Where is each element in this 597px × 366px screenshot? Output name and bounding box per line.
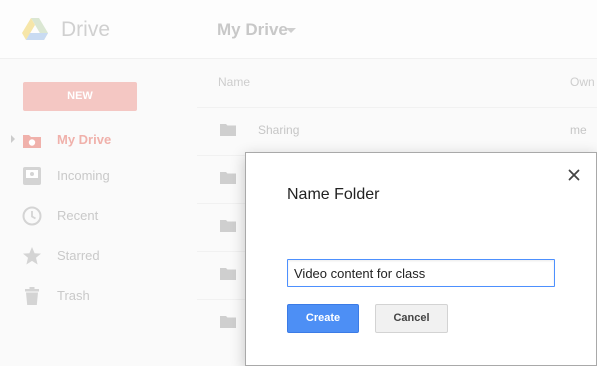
folder-icon — [220, 124, 236, 136]
column-header-name[interactable]: Name — [218, 75, 250, 89]
clock-icon — [22, 206, 42, 226]
file-owner: me — [570, 123, 587, 137]
trash-icon — [25, 287, 39, 305]
my-drive-icon — [23, 135, 41, 148]
folder-name-input[interactable] — [287, 259, 555, 287]
folder-icon — [220, 268, 236, 280]
sidebar-item-starred[interactable]: Starred — [0, 242, 196, 270]
sidebar-item-label: Trash — [57, 288, 90, 303]
sidebar-item-trash[interactable]: Trash — [0, 282, 196, 310]
brand-name: Drive — [61, 18, 111, 41]
sidebar-item-label: Starred — [57, 248, 100, 263]
column-header-owner[interactable]: Own — [570, 75, 595, 89]
file-name: Sharing — [258, 123, 300, 137]
star-icon — [23, 247, 41, 265]
folder-icon — [220, 316, 236, 328]
name-folder-dialog: Name Folder Create Cancel — [245, 152, 597, 366]
chevron-down-icon[interactable] — [286, 28, 296, 33]
sidebar-item-label: Recent — [57, 208, 99, 223]
folder-icon — [220, 220, 236, 232]
dialog-title: Name Folder — [287, 186, 380, 203]
close-icon[interactable] — [566, 167, 582, 183]
breadcrumb-my-drive[interactable]: My Drive — [217, 20, 288, 40]
sidebar-item-label: Incoming — [57, 168, 110, 183]
sidebar-item-my-drive[interactable]: My Drive — [0, 126, 196, 154]
create-button[interactable]: Create — [287, 304, 359, 333]
incoming-icon — [23, 167, 41, 185]
table-row[interactable]: Sharing me — [197, 107, 597, 154]
sidebar-item-label: My Drive — [57, 132, 112, 147]
drive-logo-icon — [22, 18, 48, 40]
expand-arrow-icon[interactable] — [11, 135, 15, 143]
sidebar-item-incoming[interactable]: Incoming — [0, 162, 196, 190]
new-button[interactable]: NEW — [23, 82, 137, 111]
sidebar: NEW My Drive Incoming Recent Starred Tra… — [0, 59, 196, 366]
cancel-button[interactable]: Cancel — [375, 304, 448, 333]
folder-icon — [220, 172, 236, 184]
sidebar-item-recent[interactable]: Recent — [0, 202, 196, 230]
top-bar: Drive My Drive — [0, 0, 597, 59]
